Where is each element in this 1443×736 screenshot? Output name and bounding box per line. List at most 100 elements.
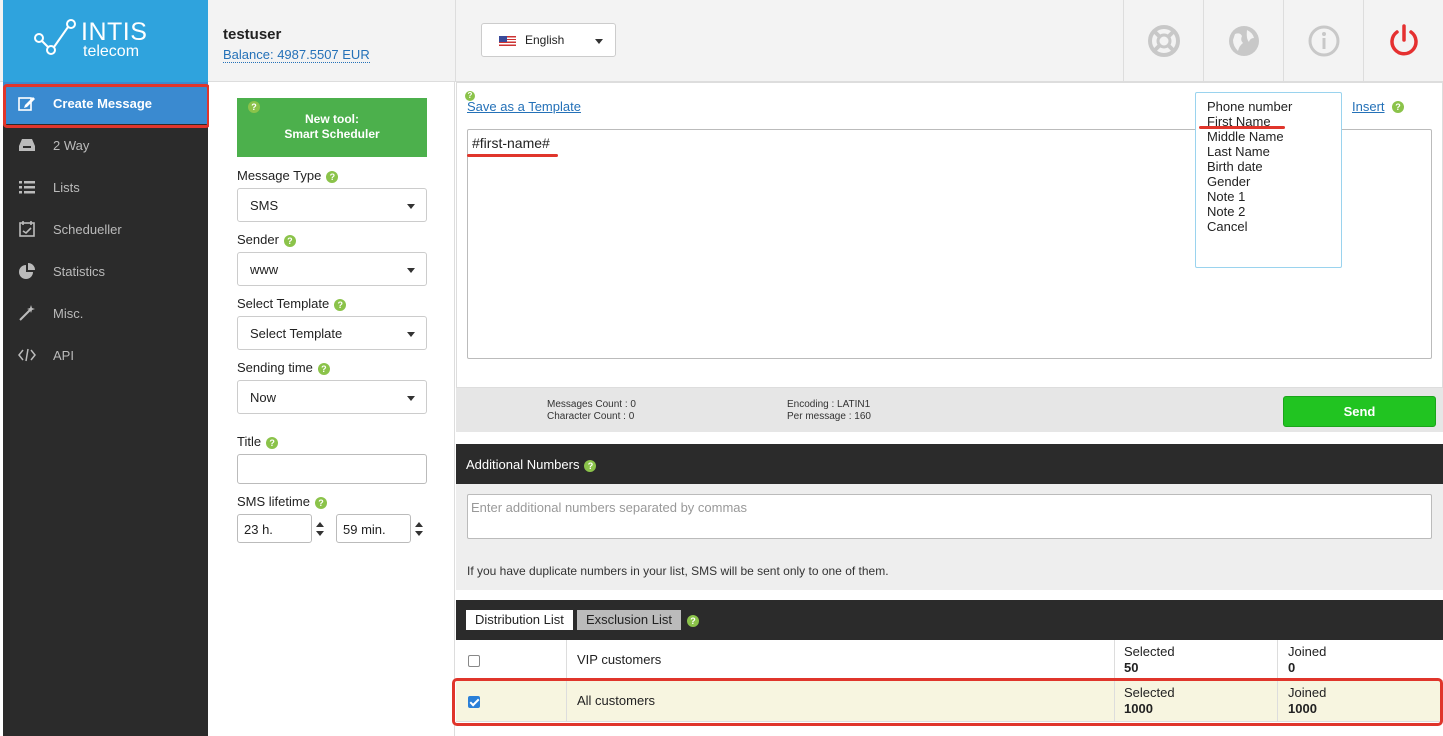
chevron-down-icon (595, 39, 603, 44)
encoding: Encoding : LATIN1 (787, 399, 871, 410)
help-icon[interactable]: ? (687, 615, 699, 627)
username: testuser (223, 26, 282, 43)
hours-stepper[interactable] (316, 522, 324, 536)
select-value: www (250, 262, 279, 277)
help-icon[interactable]: ? (326, 170, 339, 183)
magic-wand-icon (19, 305, 35, 321)
label-text: Title (237, 434, 262, 449)
joined-count: Joined 0 (1288, 644, 1326, 676)
sidebar-item-statistics[interactable]: Statistics (3, 250, 208, 292)
divider (1277, 640, 1278, 681)
info-icon (1308, 25, 1339, 57)
title-label: Title? (237, 434, 279, 449)
language-select[interactable]: English (481, 23, 616, 57)
tab-exclusion-list[interactable]: Exsclusion List (577, 610, 681, 630)
minutes-stepper[interactable] (415, 522, 423, 536)
message-type-select[interactable]: SMS (237, 188, 427, 222)
us-flag-icon (499, 36, 516, 47)
hours-value: 23 h. (244, 522, 273, 537)
menu-item-birth-date[interactable]: Birth date (1207, 159, 1341, 174)
sending-time-select[interactable]: Now (237, 380, 427, 414)
sender-select[interactable]: www (237, 252, 427, 286)
sidebar-item-schedueller[interactable]: Schedueller (3, 208, 208, 250)
messages-count: Messages Count : 0 (547, 399, 636, 410)
additional-numbers-input[interactable]: Enter additional numbers separated by co… (467, 494, 1432, 539)
encoding-info: Encoding : LATIN1 Per message : 160 (787, 399, 871, 423)
message-text: #first-name# (472, 135, 550, 151)
logo-icon (34, 19, 76, 55)
top-header: INTIS telecom testuser Balance: 4987.550… (0, 0, 1443, 82)
label-text: Sending time (237, 360, 313, 375)
message-counts: Messages Count : 0 Character Count : 0 (547, 399, 636, 423)
menu-item-phone-number[interactable]: Phone number (1207, 99, 1341, 114)
send-button[interactable]: Send (1283, 396, 1436, 427)
message-options-panel: ? New tool: Smart Scheduler Message Type… (209, 82, 455, 736)
section-title: Additional Numbers? (466, 457, 597, 472)
label-text: Select Template (237, 296, 330, 311)
calendar-check-icon (19, 221, 35, 237)
title-input[interactable] (237, 454, 427, 484)
menu-item-note-1[interactable]: Note 1 (1207, 189, 1341, 204)
chevron-down-icon (407, 332, 415, 337)
lifetime-minutes-input[interactable]: 59 min. (336, 514, 411, 543)
lifetime-hours-input[interactable]: 23 h. (237, 514, 312, 543)
menu-item-middle-name[interactable]: Middle Name (1207, 129, 1341, 144)
table-row[interactable]: VIP customers Selected 50 Joined 0 (456, 640, 1443, 681)
help-icon[interactable]: ? (334, 298, 347, 311)
placeholder: Enter additional numbers separated by co… (471, 500, 748, 515)
menu-item-gender[interactable]: Gender (1207, 174, 1341, 189)
character-count: Character Count : 0 (547, 411, 635, 422)
sidebar-item-label: Statistics (53, 264, 106, 279)
help-icon[interactable]: ? (314, 496, 327, 509)
annotation-underline (1199, 126, 1285, 129)
help-icon[interactable]: ? (283, 234, 296, 247)
minutes-value: 59 min. (343, 522, 386, 537)
save-template-link[interactable]: Save as a Template (467, 99, 581, 114)
message-type-label: Message Type? (237, 168, 339, 183)
tab-distribution-list[interactable]: Distribution List (466, 610, 573, 630)
template-label: Select Template? (237, 296, 347, 311)
sidebar-item-api[interactable]: API (3, 334, 208, 376)
sending-time-label: Sending time? (237, 360, 330, 375)
user-info: testuser Balance: 4987.5507 EUR (223, 26, 370, 63)
template-select[interactable]: Select Template (237, 316, 427, 350)
balance-link[interactable]: Balance: 4987.5507 EUR (223, 47, 370, 63)
insert-link[interactable]: Insert (1352, 99, 1385, 114)
menu-item-note-2[interactable]: Note 2 (1207, 204, 1341, 219)
logout-button[interactable] (1363, 0, 1443, 82)
globe-icon (1228, 26, 1259, 56)
per-message: Per message : 160 (787, 411, 871, 422)
label-text: SMS lifetime (237, 494, 310, 509)
support-button[interactable] (1123, 0, 1203, 82)
insert-field-menu: Phone number First Name Middle Name Last… (1195, 92, 1342, 268)
logo[interactable]: INTIS telecom (3, 0, 208, 82)
divider (455, 0, 456, 82)
help-icon[interactable]: ? (317, 362, 330, 375)
select-value: Now (250, 390, 277, 405)
divider (566, 640, 567, 681)
sidebar: Create Message 2 Way Lists Schedueller S… (3, 82, 208, 736)
label-text: Sender (237, 232, 279, 247)
help-icon[interactable]: ? (248, 101, 260, 113)
annotation-highlight (3, 84, 210, 128)
list-icon (19, 181, 35, 194)
sidebar-item-label: Lists (53, 180, 80, 195)
help-icon[interactable]: ? (266, 436, 279, 449)
chevron-down-icon (407, 268, 415, 273)
help-icon[interactable]: ? (1392, 101, 1404, 113)
language-label: English (525, 33, 565, 47)
menu-item-last-name[interactable]: Last Name (1207, 144, 1341, 159)
smart-scheduler-button[interactable]: ? New tool: Smart Scheduler (237, 98, 427, 157)
help-icon[interactable]: ? (584, 459, 597, 472)
globe-button[interactable] (1203, 0, 1283, 82)
sidebar-item-2-way[interactable]: 2 Way (3, 124, 208, 166)
info-button[interactable] (1283, 0, 1363, 82)
select-value: SMS (250, 198, 279, 213)
sidebar-item-lists[interactable]: Lists (3, 166, 208, 208)
menu-item-cancel[interactable]: Cancel (1207, 219, 1341, 234)
row-checkbox[interactable] (468, 655, 480, 667)
label-text: Message Type (237, 168, 322, 183)
list-name: VIP customers (577, 652, 662, 667)
inbox-icon (19, 139, 35, 151)
sidebar-item-misc[interactable]: Misc. (3, 292, 208, 334)
